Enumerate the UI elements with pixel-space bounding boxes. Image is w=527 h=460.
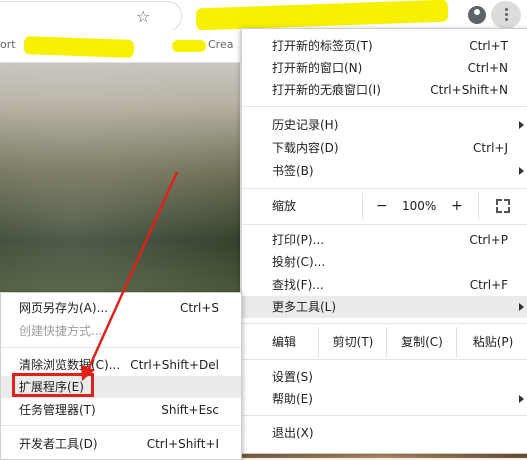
annotation-arrow	[81, 171, 179, 381]
